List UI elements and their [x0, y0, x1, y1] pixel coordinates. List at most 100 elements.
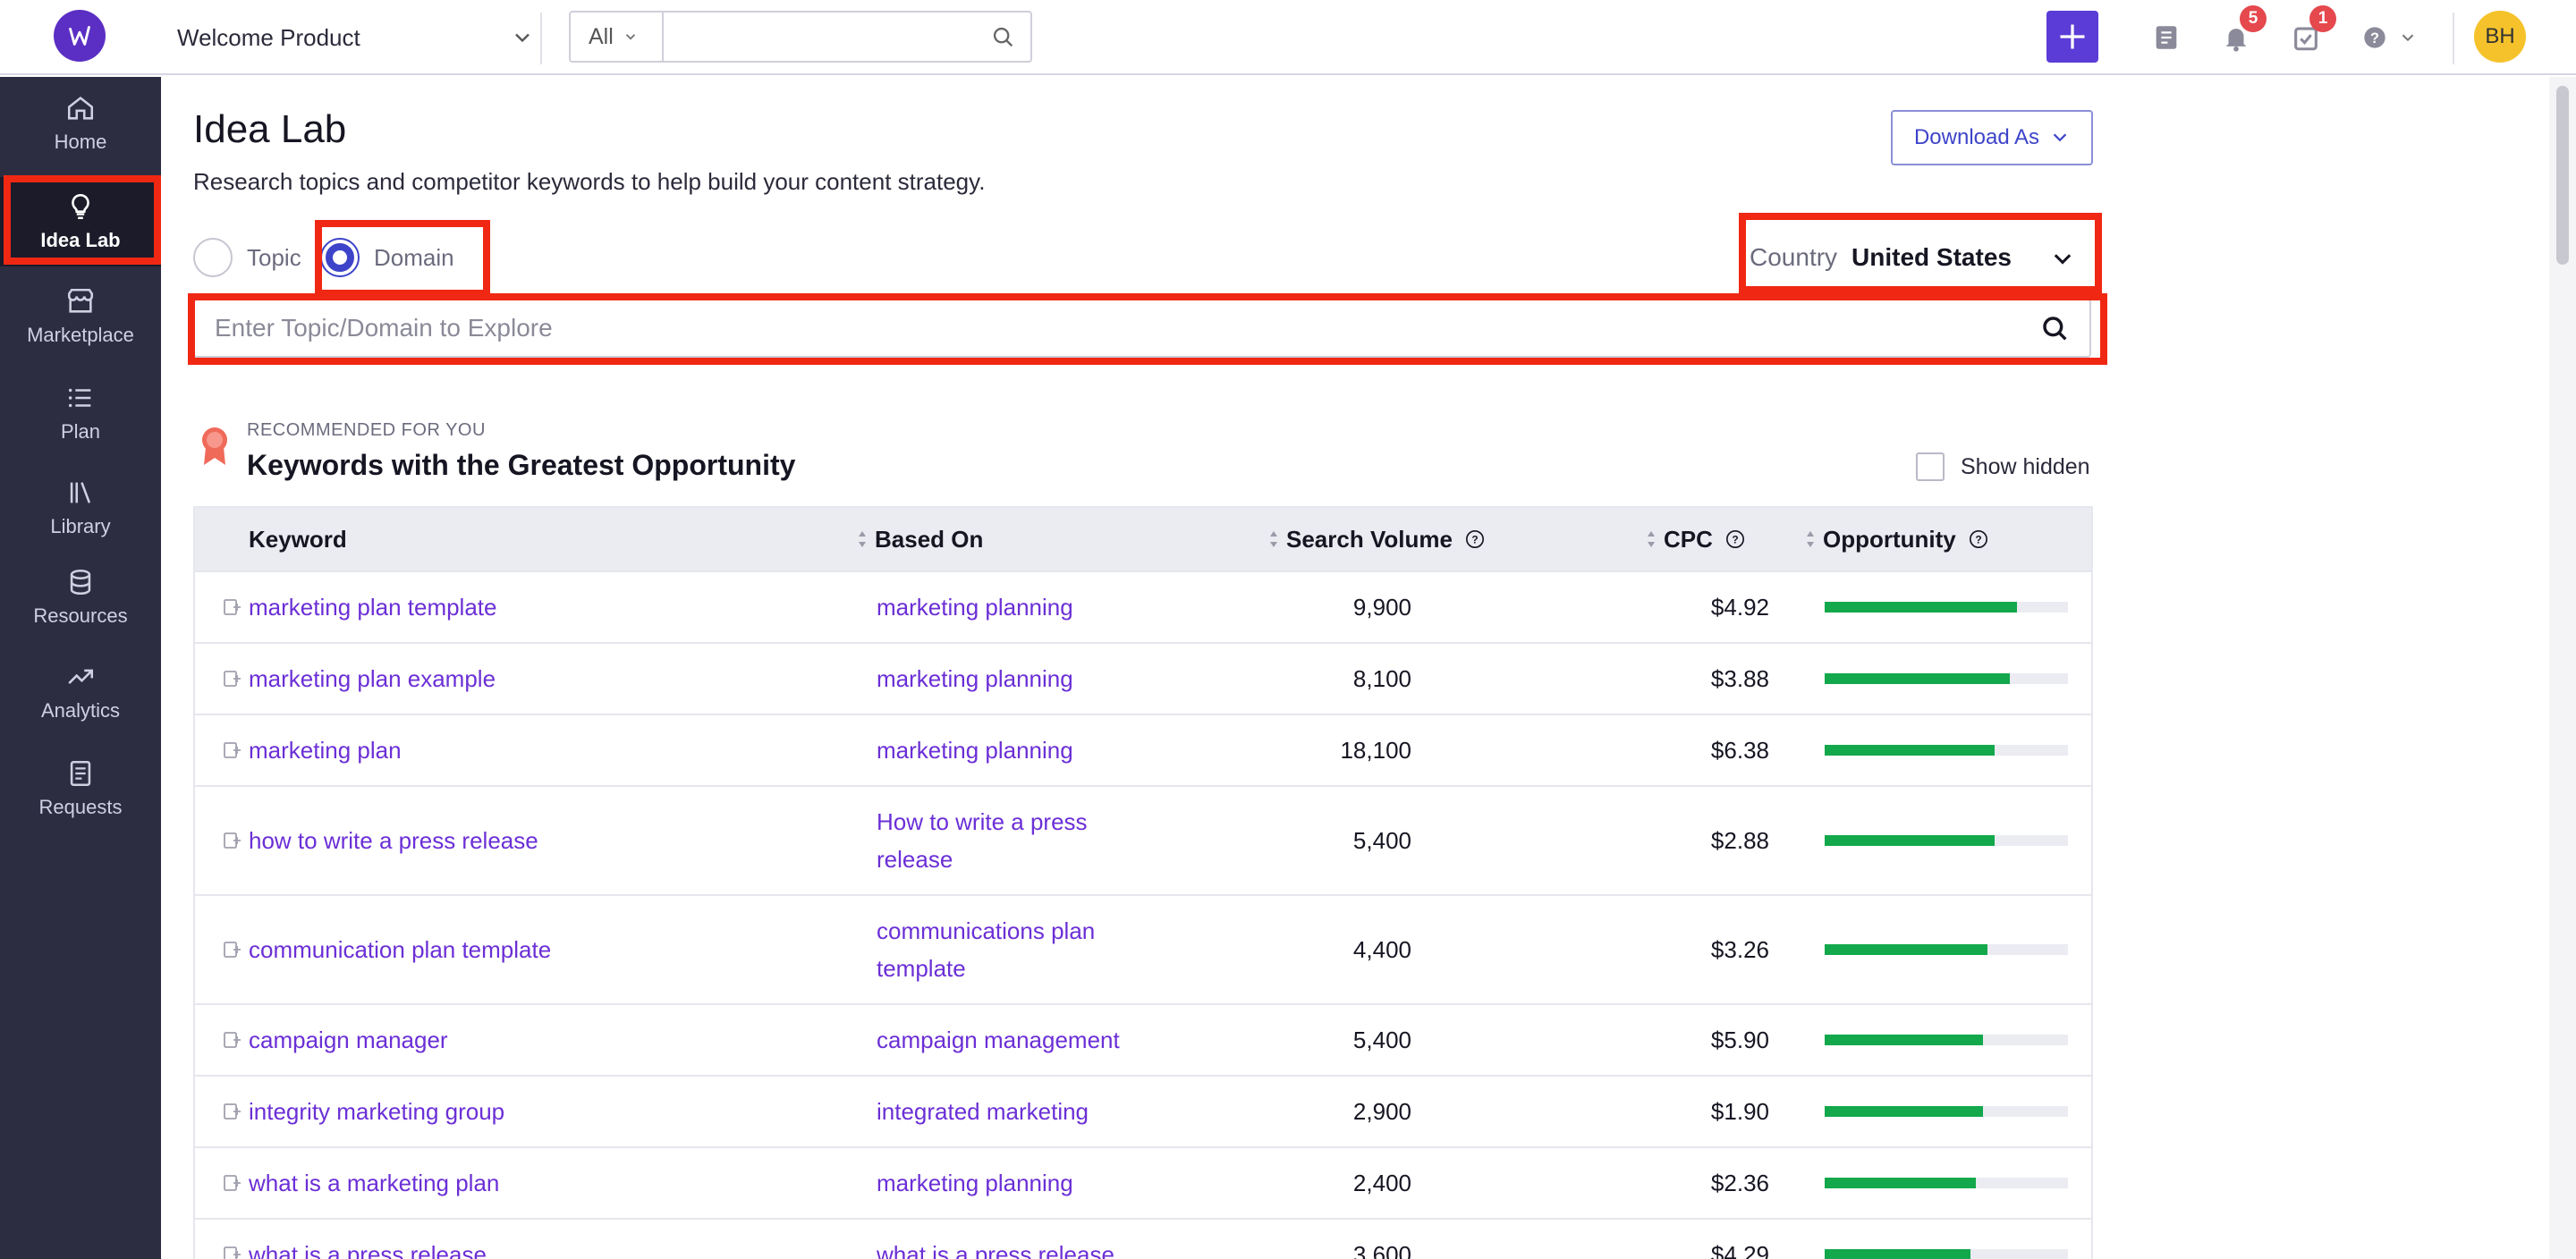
- sidebar-item-label: Requests: [38, 796, 123, 818]
- opportunity-bar: [1825, 944, 2068, 955]
- table-row[interactable]: campaign manager campaign management 5,400…: [195, 1003, 2091, 1075]
- table-row[interactable]: integrity marketing group integrated mark…: [195, 1075, 2091, 1146]
- table-row[interactable]: what is a press release what is a press r…: [195, 1218, 2091, 1259]
- keyword-link[interactable]: what is a marketing plan: [249, 1148, 499, 1218]
- divider: [2453, 13, 2454, 64]
- sidebar-item-label: Library: [50, 515, 111, 537]
- tasks-button[interactable]: 1: [2286, 5, 2336, 57]
- help-icon[interactable]: ?: [1725, 529, 1745, 549]
- column-header-cpc[interactable]: CPC ?: [1646, 508, 1745, 570]
- keyword-action-icon[interactable]: [222, 1077, 243, 1146]
- keyword-link[interactable]: how to write a press release: [249, 787, 538, 894]
- table-row[interactable]: marketing plan marketing planning 18,100 $6…: [195, 714, 2091, 785]
- sidebar-item-label: Plan: [60, 420, 101, 443]
- column-header-opportunity[interactable]: Opportunity ?: [1805, 508, 1988, 570]
- based-on-link[interactable]: marketing planning: [877, 572, 1145, 642]
- search-volume-value: 5,400: [1352, 826, 1411, 854]
- column-header-keyword[interactable]: Keyword: [249, 508, 347, 570]
- sidebar-item-plan[interactable]: Plan: [0, 368, 161, 458]
- keyword-link[interactable]: campaign manager: [249, 1005, 448, 1075]
- sidebar-item-requests[interactable]: Requests: [0, 744, 161, 833]
- based-on-link[interactable]: integrated marketing: [877, 1077, 1145, 1146]
- chevron-down-icon: [2053, 133, 2067, 142]
- search-icon[interactable]: [991, 25, 1016, 50]
- svg-text:?: ?: [1732, 534, 1738, 546]
- show-hidden-toggle[interactable]: Show hidden: [1916, 452, 2090, 481]
- keyword-link[interactable]: marketing plan: [249, 715, 402, 785]
- table-row[interactable]: what is a marketing plan marketing planni…: [195, 1146, 2091, 1218]
- keyword-link[interactable]: marketing plan example: [249, 644, 496, 714]
- chevron-down-icon: [2402, 34, 2414, 42]
- sidebar-item-resources[interactable]: Resources: [0, 553, 161, 642]
- trend-icon: [68, 669, 94, 684]
- column-header-label: Search Volume: [1286, 525, 1453, 553]
- chevron-down-icon: [515, 33, 530, 43]
- search-scope-select[interactable]: All: [571, 13, 664, 61]
- based-on-link[interactable]: marketing planning: [877, 644, 1145, 714]
- help-icon[interactable]: ?: [1969, 529, 1988, 549]
- help-icon[interactable]: ?: [1465, 529, 1485, 549]
- based-on-link[interactable]: marketing planning: [877, 1148, 1145, 1218]
- global-search[interactable]: All: [569, 11, 1032, 63]
- based-on-link[interactable]: what is a press release: [877, 1220, 1145, 1259]
- keyword-action-icon[interactable]: [222, 572, 243, 642]
- table-row[interactable]: marketing plan template marketing plannin…: [195, 570, 2091, 642]
- opportunity-cell: [1825, 896, 2068, 1003]
- table-row[interactable]: how to write a press release How to write…: [195, 785, 2091, 894]
- sidebar-item-marketplace[interactable]: Marketplace: [0, 272, 161, 361]
- opportunity-bar: [1825, 1249, 2068, 1259]
- opportunity-bar-fill: [1825, 602, 2017, 613]
- highlight-box: [4, 175, 161, 265]
- based-on-link[interactable]: communications plan template: [877, 896, 1145, 1003]
- opportunity-cell: [1825, 1077, 2068, 1146]
- add-to-plan-icon: [224, 1032, 241, 1048]
- keyword-action-icon[interactable]: [222, 896, 243, 1003]
- scrollbar-thumb[interactable]: [2556, 86, 2569, 265]
- product-selector[interactable]: Welcome Product: [177, 20, 535, 55]
- based-on-link[interactable]: How to write a press release: [877, 787, 1145, 894]
- keyword-action-icon[interactable]: [222, 1148, 243, 1218]
- database-icon: [70, 569, 91, 596]
- column-header-based-on[interactable]: Based On: [857, 508, 983, 570]
- opportunity-bar: [1825, 835, 2068, 846]
- app-logo[interactable]: [54, 10, 106, 62]
- sidebar-item-library[interactable]: Library: [0, 463, 161, 553]
- avatar[interactable]: BH: [2474, 11, 2526, 63]
- based-on-link[interactable]: marketing planning: [877, 715, 1145, 785]
- opportunity-bar-fill: [1825, 673, 2010, 684]
- keyword-action-icon[interactable]: [222, 1005, 243, 1075]
- create-button[interactable]: [2046, 11, 2098, 63]
- keyword-link[interactable]: communication plan template: [249, 896, 551, 1003]
- logo-icon: [69, 26, 90, 46]
- keyword-link[interactable]: integrity marketing group: [249, 1077, 504, 1146]
- notifications-button[interactable]: 5: [2216, 5, 2267, 57]
- add-to-plan-icon: [224, 942, 241, 958]
- sidebar-item-label: Analytics: [40, 699, 121, 722]
- based-on-link[interactable]: campaign management: [877, 1005, 1145, 1075]
- search-volume-value: 4,400: [1352, 935, 1411, 963]
- show-hidden-checkbox[interactable]: [1916, 452, 1945, 481]
- keyword-action-icon[interactable]: [222, 787, 243, 894]
- sidebar-item-home[interactable]: Home: [0, 79, 161, 168]
- help-menu[interactable]: ?: [2354, 18, 2426, 57]
- keyword-link[interactable]: marketing plan template: [249, 572, 496, 642]
- sort-icon: [859, 531, 866, 547]
- column-header-search-volume[interactable]: Search Volume ?: [1268, 508, 1485, 570]
- download-as-button[interactable]: Download As: [1891, 110, 2093, 165]
- table-header: Keyword Based On Search Volume ? CPC ? O…: [195, 508, 2091, 570]
- table-row[interactable]: marketing plan example marketing planning…: [195, 642, 2091, 714]
- guide-button[interactable]: [2147, 18, 2186, 57]
- keyword-action-icon[interactable]: [222, 644, 243, 714]
- radio-circle[interactable]: [193, 238, 233, 277]
- opportunity-cell: [1825, 787, 2068, 894]
- keyword-action-icon[interactable]: [222, 715, 243, 785]
- top-bar: Welcome Product All 5 1 ? BH: [0, 0, 2576, 75]
- sidebar-item-analytics[interactable]: Analytics: [0, 647, 161, 737]
- page-scrollbar[interactable]: [2549, 77, 2576, 1259]
- keyword-action-icon[interactable]: [222, 1220, 243, 1259]
- table-row[interactable]: communication plan template communication…: [195, 894, 2091, 1003]
- radio-topic[interactable]: Topic: [193, 238, 301, 277]
- keyword-link[interactable]: what is a press release: [249, 1220, 487, 1259]
- add-to-plan-icon: [224, 742, 241, 758]
- column-header-label: Opportunity: [1823, 525, 1956, 553]
